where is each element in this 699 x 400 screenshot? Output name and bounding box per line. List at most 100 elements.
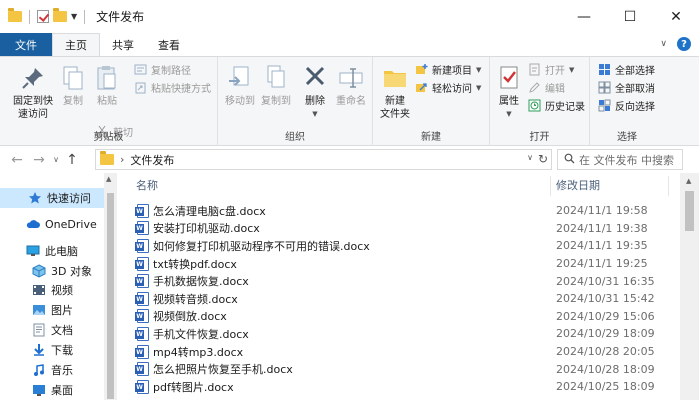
invert-selection-button[interactable]: 反向选择 [598, 97, 655, 114]
close-button[interactable]: ✕ [653, 0, 699, 33]
file-row[interactable]: mp4转mp3.docx 2024/10/28 20:05 [125, 343, 678, 361]
open-button[interactable]: 打开 ▼ [528, 61, 574, 78]
file-row[interactable]: txt转换pdf.docx 2024/11/1 19:25 [125, 255, 678, 273]
nav-item-music[interactable]: 音乐 [0, 360, 104, 380]
new-item-dropdown-icon: ▼ [476, 65, 482, 74]
properties-button[interactable]: 属性 ▼ [494, 63, 524, 121]
tab-file[interactable]: 文件 [0, 33, 52, 56]
copy-button[interactable]: 复制 [58, 63, 88, 108]
delete-x-icon [300, 63, 330, 93]
file-row[interactable]: 如何修复打印机驱动程序不可用的错误.docx 2024/11/1 19:35 [125, 237, 678, 255]
open-label: 打开 [545, 66, 565, 77]
music-icon [32, 363, 46, 377]
easy-access-button[interactable]: 轻松访问 ▼ [415, 79, 481, 96]
file-row[interactable]: 视频倒放.docx 2024/10/29 15:06 [125, 308, 678, 326]
scroll-up-arrow-icon[interactable]: ▲ [686, 177, 691, 185]
file-name[interactable]: 手机数据恢复.docx [153, 273, 249, 289]
tab-share[interactable]: 共享 [100, 33, 146, 56]
move-to-button[interactable]: 移动到 [222, 63, 258, 108]
new-item-button[interactable]: 新建项目 ▼ [415, 61, 481, 78]
maximize-button[interactable]: ☐ [607, 0, 653, 33]
collapse-ribbon-icon[interactable]: ∨ [660, 39, 667, 49]
nav-item-onedrive[interactable]: OneDrive [0, 214, 104, 234]
properties-dropdown-icon[interactable]: ▼ [506, 108, 511, 121]
file-row[interactable]: 安装打印机驱动.docx 2024/11/1 19:38 [125, 220, 678, 238]
nav-item-this-pc[interactable]: 此电脑 [0, 241, 104, 261]
word-document-icon [135, 379, 149, 394]
address-field[interactable]: › 文件发布 ∨ ↻ [95, 149, 552, 170]
copy-path-button[interactable]: 复制路径 [134, 61, 191, 78]
file-row[interactable]: 手机文件恢复.docx 2024/10/29 18:09 [125, 325, 678, 343]
forward-arrow-icon[interactable]: → [28, 152, 50, 168]
nav-item-documents[interactable]: 文档 [0, 320, 104, 340]
refresh-icon[interactable]: ↻ [538, 152, 548, 166]
paste-button[interactable]: 粘贴 [92, 63, 122, 108]
select-none-button[interactable]: 全部取消 [598, 79, 655, 96]
column-divider[interactable] [668, 176, 669, 196]
file-row[interactable]: 怎么把照片恢复至手机.docx 2024/10/28 18:09 [125, 360, 678, 378]
file-name[interactable]: 安装打印机驱动.docx [153, 220, 260, 236]
scrollbar-thumb[interactable] [107, 193, 114, 399]
minimize-button[interactable]: — [561, 0, 607, 33]
back-arrow-icon[interactable]: ← [6, 152, 28, 168]
navigation-scrollbar[interactable]: ▲ [104, 173, 117, 400]
file-name[interactable]: pdf转图片.docx [153, 379, 234, 395]
file-row[interactable]: 视频转音频.docx 2024/10/31 15:42 [125, 290, 678, 308]
breadcrumb-current[interactable]: 文件发布 [130, 152, 174, 168]
recent-locations-chevron-icon[interactable]: ∨ [50, 155, 62, 164]
file-name[interactable]: 怎么把照片恢复至手机.docx [153, 361, 293, 377]
breadcrumb-separator-icon[interactable]: › [120, 153, 124, 166]
file-row[interactable]: 怎么清理电脑c盘.docx 2024/11/1 19:58 [125, 202, 678, 220]
file-name[interactable]: 视频倒放.docx [153, 308, 227, 324]
customize-toolbar-arrow-icon[interactable]: ▼ [71, 12, 77, 21]
file-name[interactable]: mp4转mp3.docx [153, 344, 243, 360]
invert-selection-icon [598, 99, 611, 112]
file-modified-date: 2024/11/1 19:35 [556, 239, 648, 253]
scrollbar-thumb[interactable] [685, 191, 694, 231]
scroll-up-arrow-icon[interactable]: ▲ [106, 175, 111, 183]
up-arrow-icon[interactable]: ↑ [62, 152, 82, 168]
new-folder-button[interactable]: 新建 文件夹 [377, 63, 413, 121]
nav-item-3d-objects[interactable]: 3D 对象 [0, 261, 104, 281]
file-list-scrollbar[interactable]: ▲ [680, 173, 699, 400]
tab-view[interactable]: 查看 [146, 33, 192, 56]
delete-button[interactable]: 删除 ▼ [300, 63, 330, 121]
address-bar-row: ← → ∨ ↑ › 文件发布 ∨ ↻ 在 文件发布 中搜索 [0, 146, 699, 173]
easy-access-dropdown-icon: ▼ [476, 83, 482, 92]
file-name[interactable]: 如何修复打印机驱动程序不可用的错误.docx [153, 238, 370, 254]
pin-quick-access-button[interactable]: 固定到快 速访问 [6, 63, 60, 121]
new-item-label: 新建项目 [432, 66, 472, 77]
edit-button[interactable]: 编辑 [528, 79, 565, 96]
address-dropdown-icon[interactable]: ∨ [527, 153, 533, 162]
file-row[interactable]: 手机数据恢复.docx 2024/10/31 16:35 [125, 272, 678, 290]
nav-item-quick-access[interactable]: 快速访问 [0, 188, 104, 208]
file-name[interactable]: 视频转音频.docx [153, 291, 238, 307]
nav-item-desktop[interactable]: 桌面 [0, 380, 104, 400]
select-all-icon [598, 63, 611, 76]
nav-item-pictures[interactable]: 图片 [0, 300, 104, 320]
select-all-button[interactable]: 全部选择 [598, 61, 655, 78]
history-button[interactable]: 历史记录 [528, 97, 585, 114]
tab-home[interactable]: 主页 [52, 33, 100, 56]
search-input[interactable]: 在 文件发布 中搜索 [557, 149, 683, 170]
new-folder-icon[interactable] [53, 8, 67, 22]
delete-dropdown-icon[interactable]: ▼ [312, 108, 317, 121]
column-divider[interactable] [550, 176, 551, 196]
copy-to-label: 复制到 [261, 96, 291, 107]
copy-to-button[interactable]: 复制到 [258, 63, 294, 108]
help-icon[interactable]: ? [677, 37, 691, 51]
paste-shortcut-label: 粘贴快捷方式 [151, 84, 211, 95]
properties-icon[interactable] [37, 10, 49, 23]
nav-item-videos[interactable]: 视频 [0, 280, 104, 300]
paste-shortcut-button[interactable]: 粘贴快捷方式 [134, 79, 211, 96]
file-name[interactable]: 怎么清理电脑c盘.docx [153, 203, 266, 219]
nav-item-downloads[interactable]: 下载 [0, 340, 104, 360]
file-name[interactable]: txt转换pdf.docx [153, 256, 237, 272]
download-icon [32, 343, 46, 357]
column-header-date[interactable]: 修改日期 [556, 173, 600, 197]
column-header-name[interactable]: 名称 [136, 173, 158, 197]
open-icon [528, 63, 541, 76]
file-name[interactable]: 手机文件恢复.docx [153, 326, 249, 342]
rename-button[interactable]: 重命名 [332, 63, 370, 108]
file-row[interactable]: pdf转图片.docx 2024/10/25 18:09 [125, 378, 678, 396]
